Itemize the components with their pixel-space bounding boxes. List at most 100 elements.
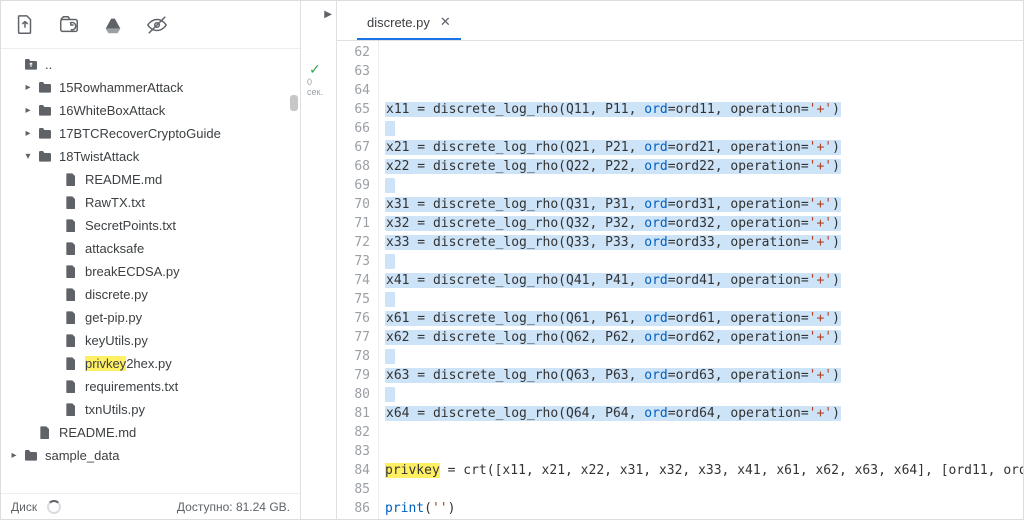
line-gutter: 6263646566676869707172737475767778798081… [337, 41, 379, 519]
file-txnUtils.py[interactable]: txnUtils.py [7, 398, 300, 421]
tab-label: discrete.py [367, 15, 430, 30]
tree-root-up[interactable]: .. [7, 53, 300, 76]
tree-item-label: README.md [59, 425, 136, 440]
file-icon [35, 425, 55, 441]
file-icon [61, 264, 81, 280]
upload-icon[interactable] [11, 11, 39, 39]
code-line[interactable] [385, 43, 1023, 62]
code-line[interactable]: x11 = discrete_log_rho(Q11, P11, ord=ord… [385, 100, 1023, 119]
code-line[interactable] [385, 81, 1023, 100]
cell-gutter: ▶ ✓ 0сек. [301, 1, 337, 519]
code-line[interactable] [385, 442, 1023, 461]
tree-item-label: SecretPoints.txt [85, 218, 176, 233]
tree-item-label: sample_data [45, 448, 119, 463]
file-panel: ..▸15RowhammerAttack▸16WhiteBoxAttack▸17… [1, 1, 301, 519]
code-line[interactable] [385, 119, 1023, 138]
file-discrete.py[interactable]: discrete.py [7, 283, 300, 306]
tree-item-label: attacksafe [85, 241, 144, 256]
file-toolbar [1, 1, 300, 49]
disk-footer: Диск Доступно: 81.24 GB. [1, 493, 300, 519]
code-line[interactable]: x31 = discrete_log_rho(Q31, P31, ord=ord… [385, 195, 1023, 214]
file-icon [61, 218, 81, 234]
tree-arrow-icon: ▸ [21, 82, 35, 93]
code-line[interactable]: privkey = crt([x11, x21, x22, x31, x32, … [385, 461, 1023, 480]
tree-arrow-icon: ▸ [21, 128, 35, 139]
disk-available: Доступно: 81.24 GB. [177, 500, 290, 514]
code-line[interactable] [385, 176, 1023, 195]
toggle-hidden-icon[interactable] [143, 11, 171, 39]
folder-15RowhammerAttack[interactable]: ▸ 15RowhammerAttack [7, 76, 300, 99]
file-icon [61, 402, 81, 418]
tree-arrow-icon: ▸ [21, 105, 35, 116]
tree-item-label: 15RowhammerAttack [59, 80, 183, 95]
tree-item-label: requirements.txt [85, 379, 178, 394]
app-root: ..▸15RowhammerAttack▸16WhiteBoxAttack▸17… [0, 0, 1024, 520]
folder-sample_data[interactable]: ▸ sample_data [7, 444, 300, 467]
file-icon [61, 195, 81, 211]
code-line[interactable] [385, 423, 1023, 442]
folder-icon [21, 57, 41, 73]
code-line[interactable]: x64 = discrete_log_rho(Q64, P64, ord=ord… [385, 404, 1023, 423]
mount-drive-icon[interactable] [99, 11, 127, 39]
tree-item-label: breakECDSA.py [85, 264, 180, 279]
code-line[interactable] [385, 385, 1023, 404]
code-line[interactable] [385, 290, 1023, 309]
editor-panel: discrete.py ✕ 62636465666768697071727374… [337, 1, 1023, 519]
folder-18TwistAttack[interactable]: ▾ 18TwistAttack [7, 145, 300, 168]
tree-arrow-icon: ▾ [21, 151, 35, 162]
tree-arrow-icon: ▸ [7, 450, 21, 461]
file-tree[interactable]: ..▸15RowhammerAttack▸16WhiteBoxAttack▸17… [1, 49, 300, 493]
code-line[interactable]: x32 = discrete_log_rho(Q32, P32, ord=ord… [385, 214, 1023, 233]
cell-status-check-icon: ✓ [309, 61, 321, 78]
file-SecretPoints.txt[interactable]: SecretPoints.txt [7, 214, 300, 237]
tree-item-label: discrete.py [85, 287, 148, 302]
folder-17BTCRecoverCryptoGuide[interactable]: ▸ 17BTCRecoverCryptoGuide [7, 122, 300, 145]
file-README.md[interactable]: README.md [7, 421, 300, 444]
file-privkey2hex.py[interactable]: privkey2hex.py [7, 352, 300, 375]
file-icon [61, 287, 81, 303]
code-line[interactable]: x41 = discrete_log_rho(Q41, P41, ord=ord… [385, 271, 1023, 290]
code-line[interactable] [385, 480, 1023, 499]
code-line[interactable]: x22 = discrete_log_rho(Q22, P22, ord=ord… [385, 157, 1023, 176]
code-line[interactable]: x21 = discrete_log_rho(Q21, P21, ord=ord… [385, 138, 1023, 157]
tree-item-label: 18TwistAttack [59, 149, 139, 164]
folder-icon [35, 149, 55, 165]
code-line[interactable]: x62 = discrete_log_rho(Q62, P62, ord=ord… [385, 328, 1023, 347]
code-line[interactable]: x63 = discrete_log_rho(Q63, P63, ord=ord… [385, 366, 1023, 385]
code-line[interactable]: print('') [385, 499, 1023, 518]
file-get-pip.py[interactable]: get-pip.py [7, 306, 300, 329]
editor-tabbar: discrete.py ✕ [337, 1, 1023, 41]
tree-item-label: 17BTCRecoverCryptoGuide [59, 126, 221, 141]
file-attacksafe[interactable]: attacksafe [7, 237, 300, 260]
code-editor[interactable]: 6263646566676869707172737475767778798081… [337, 41, 1023, 519]
tree-item-label: keyUtils.py [85, 333, 148, 348]
scrollbar-thumb[interactable] [290, 95, 298, 111]
close-icon[interactable]: ✕ [440, 14, 451, 30]
file-README.md[interactable]: README.md [7, 168, 300, 191]
collapse-triangle-icon[interactable]: ▶ [324, 9, 332, 20]
file-keyUtils.py[interactable]: keyUtils.py [7, 329, 300, 352]
code-line[interactable] [385, 347, 1023, 366]
code-area[interactable]: x11 = discrete_log_rho(Q11, P11, ord=ord… [379, 41, 1023, 519]
cell-exec-time: 0сек. [307, 77, 323, 97]
code-line[interactable]: x61 = discrete_log_rho(Q61, P61, ord=ord… [385, 309, 1023, 328]
file-breakECDSA.py[interactable]: breakECDSA.py [7, 260, 300, 283]
tree-item-label: RawTX.txt [85, 195, 145, 210]
file-icon [61, 356, 81, 372]
file-icon [61, 379, 81, 395]
tree-item-label: README.md [85, 172, 162, 187]
code-line[interactable]: x33 = discrete_log_rho(Q33, P33, ord=ord… [385, 233, 1023, 252]
code-line[interactable] [385, 252, 1023, 271]
tab-discrete-py[interactable]: discrete.py ✕ [357, 6, 461, 40]
code-line[interactable] [385, 62, 1023, 81]
file-icon [61, 241, 81, 257]
file-icon [61, 310, 81, 326]
tree-item-label: txnUtils.py [85, 402, 145, 417]
file-icon [61, 172, 81, 188]
spinner-icon [47, 500, 61, 514]
file-requirements.txt[interactable]: requirements.txt [7, 375, 300, 398]
folder-16WhiteBoxAttack[interactable]: ▸16WhiteBoxAttack [7, 99, 300, 122]
folder-icon [35, 103, 55, 119]
refresh-icon[interactable] [55, 11, 83, 39]
file-RawTX.txt[interactable]: RawTX.txt [7, 191, 300, 214]
